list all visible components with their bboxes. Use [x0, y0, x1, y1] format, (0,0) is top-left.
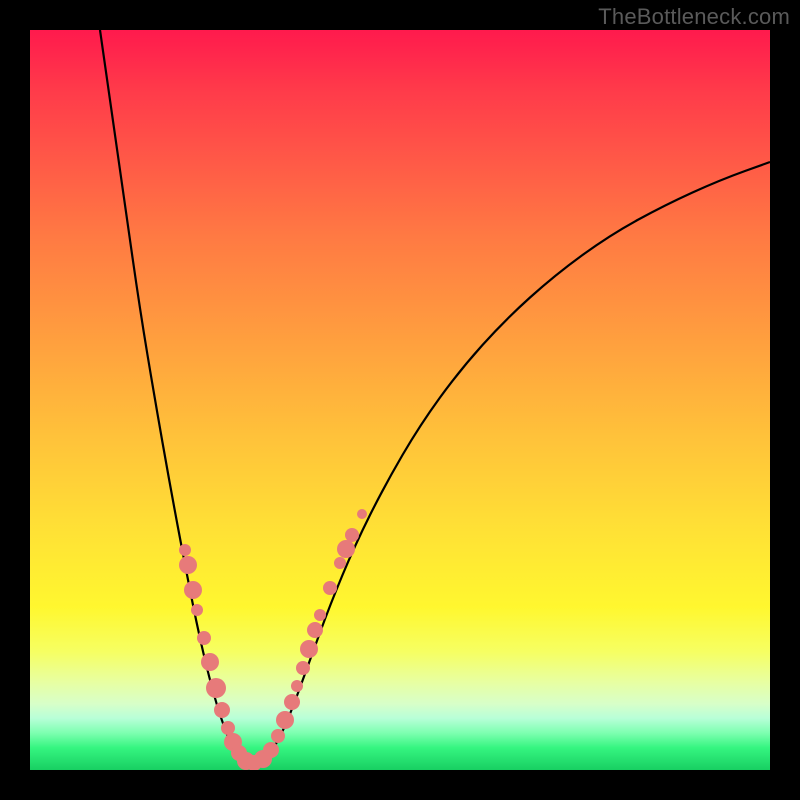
curve-dot	[300, 640, 318, 658]
curve-dot	[323, 581, 337, 595]
curve-dot	[284, 694, 300, 710]
plot-area	[30, 30, 770, 770]
curve-dot	[263, 742, 279, 758]
curve-dot	[337, 540, 355, 558]
curve-dot	[314, 609, 326, 621]
curve-dot	[214, 702, 230, 718]
curve-dot	[184, 581, 202, 599]
curve-dots	[179, 509, 367, 770]
curve-dot	[276, 711, 294, 729]
curve-dot	[271, 729, 285, 743]
curve-dot	[334, 557, 346, 569]
curve-dot	[179, 556, 197, 574]
bottleneck-curve	[100, 30, 770, 762]
curve-dot	[197, 631, 211, 645]
curve-dot	[291, 680, 303, 692]
curve-dot	[191, 604, 203, 616]
curve-dot	[307, 622, 323, 638]
curve-dot	[357, 509, 367, 519]
curve-dot	[221, 721, 235, 735]
outer-frame: TheBottleneck.com	[0, 0, 800, 800]
curve-dot	[206, 678, 226, 698]
curve-dot	[345, 528, 359, 542]
curve-svg	[30, 30, 770, 770]
curve-dot	[296, 661, 310, 675]
curve-dot	[201, 653, 219, 671]
curve-dot	[179, 544, 191, 556]
watermark-text: TheBottleneck.com	[598, 4, 790, 30]
